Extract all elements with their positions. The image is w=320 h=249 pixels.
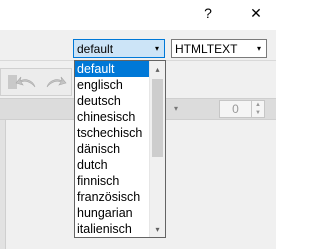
dropdown-item[interactable]: chinesisch xyxy=(75,109,149,125)
help-button[interactable]: ? xyxy=(195,2,221,24)
dropdown-item[interactable]: englisch xyxy=(75,77,149,93)
spinner-value: 0 xyxy=(232,102,239,116)
chevron-down-icon[interactable]: ▾ xyxy=(174,104,178,113)
dropdown-items: default englisch deutsch chinesisch tschechi… xyxy=(75,61,149,237)
scroll-thumb[interactable] xyxy=(152,79,163,157)
spin-up-icon[interactable]: ▲ xyxy=(252,101,264,109)
scroll-up-icon[interactable]: ▴ xyxy=(150,61,165,77)
dropdown-item[interactable]: dänisch xyxy=(75,141,149,157)
chevron-down-icon: ▾ xyxy=(154,44,159,53)
title-bar: ? ✕ xyxy=(0,0,276,30)
dropdown-item[interactable]: tschechisch xyxy=(75,125,149,141)
redo-icon[interactable] xyxy=(43,73,67,91)
format-combo-value: HTMLTEXT xyxy=(175,41,238,56)
toolbar-panel xyxy=(0,68,72,96)
dropdown-item[interactable]: finnisch xyxy=(75,173,149,189)
dropdown-item[interactable]: italienisch xyxy=(75,221,149,237)
dropdown-item[interactable]: default xyxy=(75,61,149,77)
dropdown-item[interactable]: hungarian xyxy=(75,205,149,221)
size-spinner[interactable]: 0 ▲ ▼ xyxy=(219,100,265,118)
dropdown-item[interactable]: deutsch xyxy=(75,93,149,109)
dropdown-scrollbar[interactable]: ▴ ▾ xyxy=(149,61,165,237)
spinner-buttons[interactable]: ▲ ▼ xyxy=(251,101,264,117)
chevron-down-icon: ▾ xyxy=(256,44,261,53)
dropdown-item[interactable]: französisch xyxy=(75,189,149,205)
format-combo[interactable]: HTMLTEXT ▾ xyxy=(171,39,267,58)
dropdown-item[interactable]: dutch xyxy=(75,157,149,173)
language-combo[interactable]: default ▾ xyxy=(73,39,165,58)
spin-down-icon[interactable]: ▼ xyxy=(252,109,264,117)
close-button[interactable]: ✕ xyxy=(243,2,269,24)
undo-icon[interactable] xyxy=(15,73,39,91)
scroll-down-icon[interactable]: ▾ xyxy=(150,221,165,237)
language-combo-value: default xyxy=(77,41,114,56)
language-dropdown-list[interactable]: default englisch deutsch chinesisch tschechi… xyxy=(74,60,166,238)
